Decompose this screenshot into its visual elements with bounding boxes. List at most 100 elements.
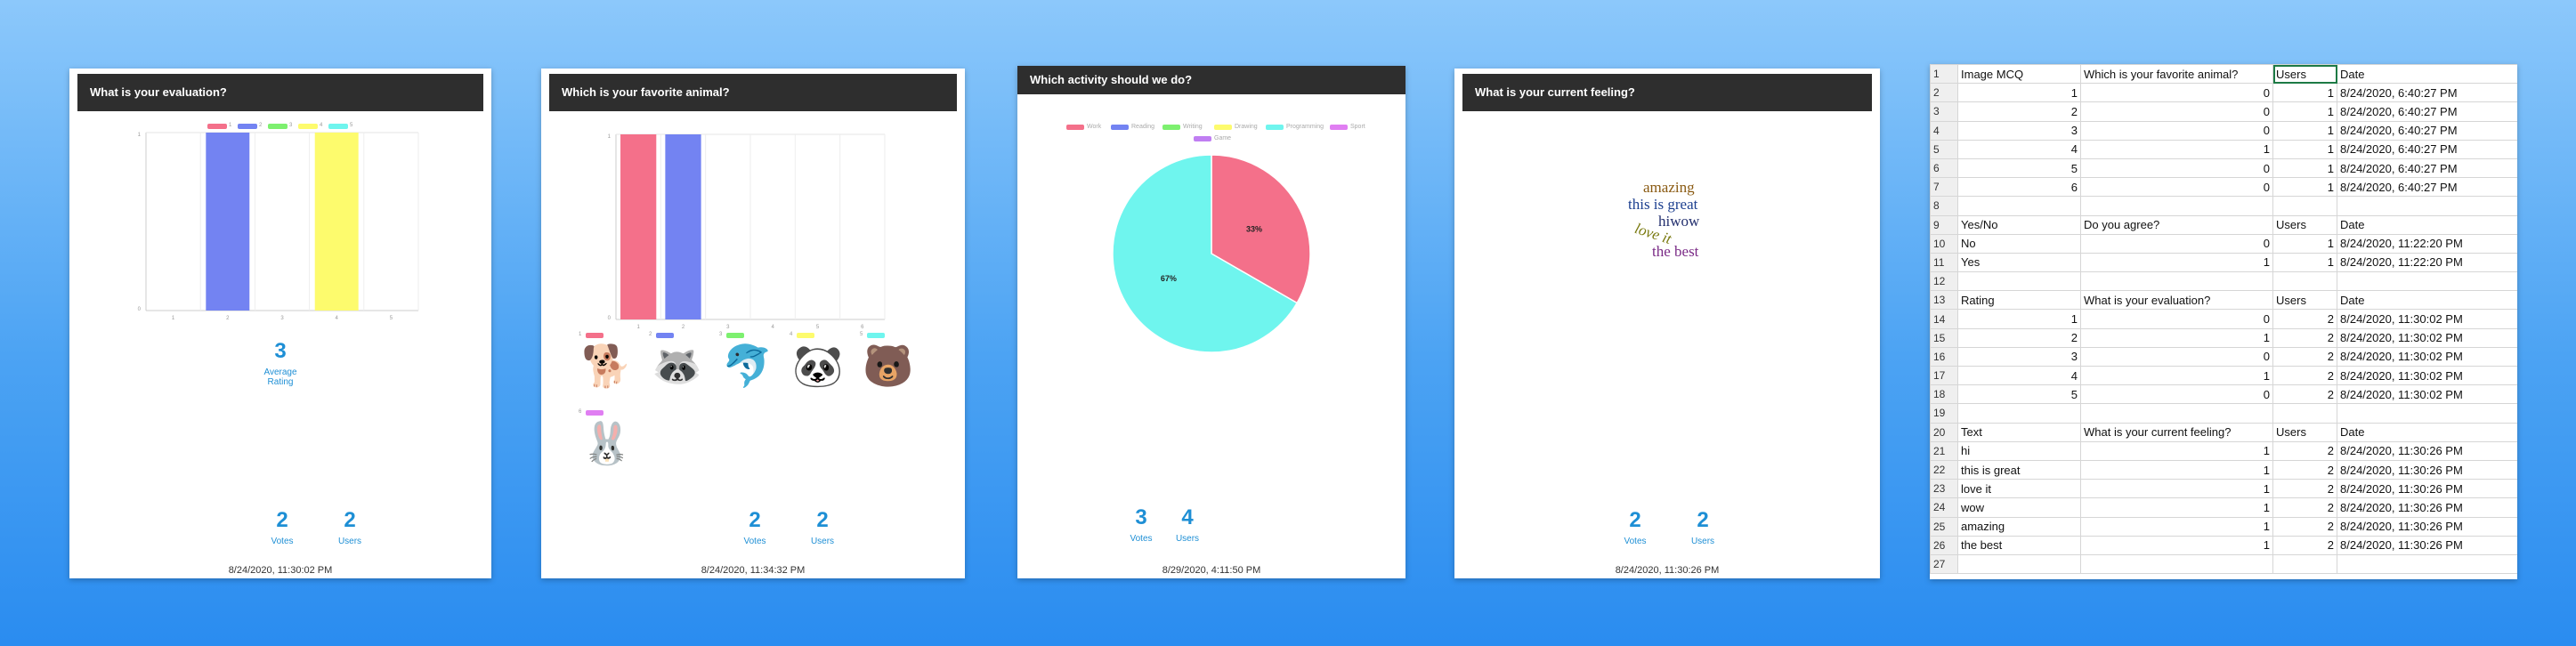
cell[interactable]: 1	[2080, 252, 2273, 273]
cell[interactable]: 1	[2080, 459, 2273, 480]
legend-swatch[interactable]	[726, 333, 744, 338]
cell[interactable]: 8/24/2020, 11:30:02 PM	[2337, 327, 2517, 348]
cell[interactable]: 2	[2272, 327, 2337, 348]
cell[interactable]: 8/24/2020, 6:40:27 PM	[2337, 177, 2517, 198]
cell[interactable]: 0	[2080, 101, 2273, 122]
cell[interactable]	[2337, 196, 2517, 216]
cell[interactable]: 1	[2272, 177, 2337, 198]
cell[interactable]: No	[1957, 233, 2081, 254]
cell[interactable]: Date	[2337, 64, 2517, 85]
cell[interactable]: 0	[2080, 309, 2273, 329]
cell[interactable]: 8/24/2020, 11:22:20 PM	[2337, 233, 2517, 254]
cell[interactable]: 2	[1957, 327, 2081, 348]
cell[interactable]: 1	[2272, 120, 2337, 141]
cell[interactable]: 8/24/2020, 11:30:02 PM	[2337, 384, 2517, 405]
cell[interactable]: 0	[2080, 120, 2273, 141]
cell[interactable]: Rating	[1957, 290, 2081, 311]
spreadsheet[interactable]: 1 Image MCQ Which is your favorite animal?…	[1930, 64, 2517, 579]
cell[interactable]	[1957, 403, 2081, 424]
legend-swatch[interactable]	[1066, 125, 1084, 130]
cell[interactable]: 3	[1957, 346, 2081, 367]
cell[interactable]: 0	[2080, 157, 2273, 179]
cell[interactable]: hi	[1957, 440, 2081, 461]
cell[interactable]: the best	[1957, 535, 2081, 555]
cell[interactable]: 1	[2272, 252, 2337, 273]
cell[interactable]: 8/24/2020, 11:22:20 PM	[2337, 252, 2517, 273]
legend-swatch[interactable]	[1330, 125, 1348, 130]
panda-icon[interactable]: 🐼	[791, 342, 845, 390]
cell[interactable]: 8/24/2020, 11:30:26 PM	[2337, 516, 2517, 537]
cell[interactable]: 1	[2080, 535, 2273, 555]
dolphin-icon[interactable]: 🐬	[721, 342, 774, 390]
cell[interactable]	[2080, 196, 2273, 216]
cell[interactable]	[2272, 196, 2337, 216]
cell[interactable]: Users	[2272, 64, 2337, 85]
cell[interactable]	[1957, 271, 2081, 292]
cell[interactable]: 3	[1957, 120, 2081, 141]
rabbit-icon[interactable]: 🐰	[580, 419, 634, 467]
cell[interactable]: 8/24/2020, 11:30:26 PM	[2337, 497, 2517, 518]
cell[interactable]: 0	[2080, 384, 2273, 405]
cell[interactable]: Image MCQ	[1957, 64, 2081, 85]
cell[interactable]: 6	[1957, 177, 2081, 198]
legend-swatch[interactable]	[797, 333, 814, 338]
cell[interactable]: 8/24/2020, 11:30:02 PM	[2337, 346, 2517, 367]
cell[interactable]: 5	[1957, 384, 2081, 405]
cell[interactable]: What is your current feeling?	[2080, 422, 2273, 442]
legend-swatch[interactable]	[1162, 125, 1180, 130]
cell[interactable]: Users	[2272, 422, 2337, 442]
cell[interactable]: 2	[1957, 101, 2081, 122]
cell[interactable]: 1	[2272, 157, 2337, 179]
cell[interactable]: 8/24/2020, 6:40:27 PM	[2337, 83, 2517, 103]
cell[interactable]	[2272, 271, 2337, 292]
cell[interactable]: Yes/No	[1957, 214, 2081, 235]
cell[interactable]	[1957, 553, 2081, 575]
cell[interactable]: Date	[2337, 422, 2517, 442]
cell[interactable]: 8/24/2020, 11:30:26 PM	[2337, 535, 2517, 555]
cell[interactable]: 2	[2272, 497, 2337, 518]
cell[interactable]: 4	[1957, 365, 2081, 386]
cell[interactable]: 2	[2272, 384, 2337, 405]
cell[interactable]: Yes	[1957, 252, 2081, 273]
cell[interactable]: 8/24/2020, 6:40:27 PM	[2337, 120, 2517, 141]
cell[interactable]	[2080, 271, 2273, 292]
cell[interactable]	[2337, 553, 2517, 575]
cell[interactable]: amazing	[1957, 516, 2081, 537]
cell[interactable]: 2	[2272, 440, 2337, 461]
cell[interactable]: 8/24/2020, 6:40:27 PM	[2337, 101, 2517, 122]
legend-swatch[interactable]	[1194, 136, 1211, 141]
cell[interactable]: 2	[2272, 346, 2337, 367]
cell[interactable]: 5	[1957, 157, 2081, 179]
cell[interactable]	[2272, 553, 2337, 575]
dog-icon[interactable]: 🐕	[580, 342, 634, 390]
legend-swatch[interactable]	[1266, 125, 1284, 130]
legend-swatch[interactable]	[867, 333, 885, 338]
cell[interactable]: Date	[2337, 214, 2517, 235]
cell[interactable]: 2	[2272, 535, 2337, 555]
cell[interactable]: Which is your favorite animal?	[2080, 64, 2273, 85]
cell[interactable]: Text	[1957, 422, 2081, 442]
cell[interactable]	[1957, 196, 2081, 216]
cell[interactable]: 1	[2272, 83, 2337, 103]
cell[interactable]: 1	[2080, 440, 2273, 461]
cell[interactable]: 2	[2272, 365, 2337, 386]
cell[interactable]: 1	[2080, 327, 2273, 348]
cell[interactable]: 8/24/2020, 11:30:02 PM	[2337, 309, 2517, 329]
cell[interactable]: Do you agree?	[2080, 214, 2273, 235]
cell[interactable]: 2	[2272, 516, 2337, 537]
cell[interactable]: this is great	[1957, 459, 2081, 480]
cell[interactable]: 2	[2272, 309, 2337, 329]
cell[interactable]: 8/24/2020, 11:30:02 PM	[2337, 365, 2517, 386]
legend-swatch[interactable]	[1214, 125, 1232, 130]
cell[interactable]	[2337, 271, 2517, 292]
cell[interactable]: Users	[2272, 214, 2337, 235]
cell[interactable]: 1	[1957, 83, 2081, 103]
cell[interactable]: 1	[2080, 516, 2273, 537]
bear-icon[interactable]: 🐻	[862, 342, 915, 390]
cell[interactable]: 2	[2272, 479, 2337, 499]
cell[interactable]: 2	[2272, 459, 2337, 480]
cell[interactable]: 1	[2080, 365, 2273, 386]
legend-swatch[interactable]	[1111, 125, 1129, 130]
cell[interactable]: 1	[2080, 479, 2273, 499]
cell[interactable]: 8/24/2020, 11:30:26 PM	[2337, 440, 2517, 461]
